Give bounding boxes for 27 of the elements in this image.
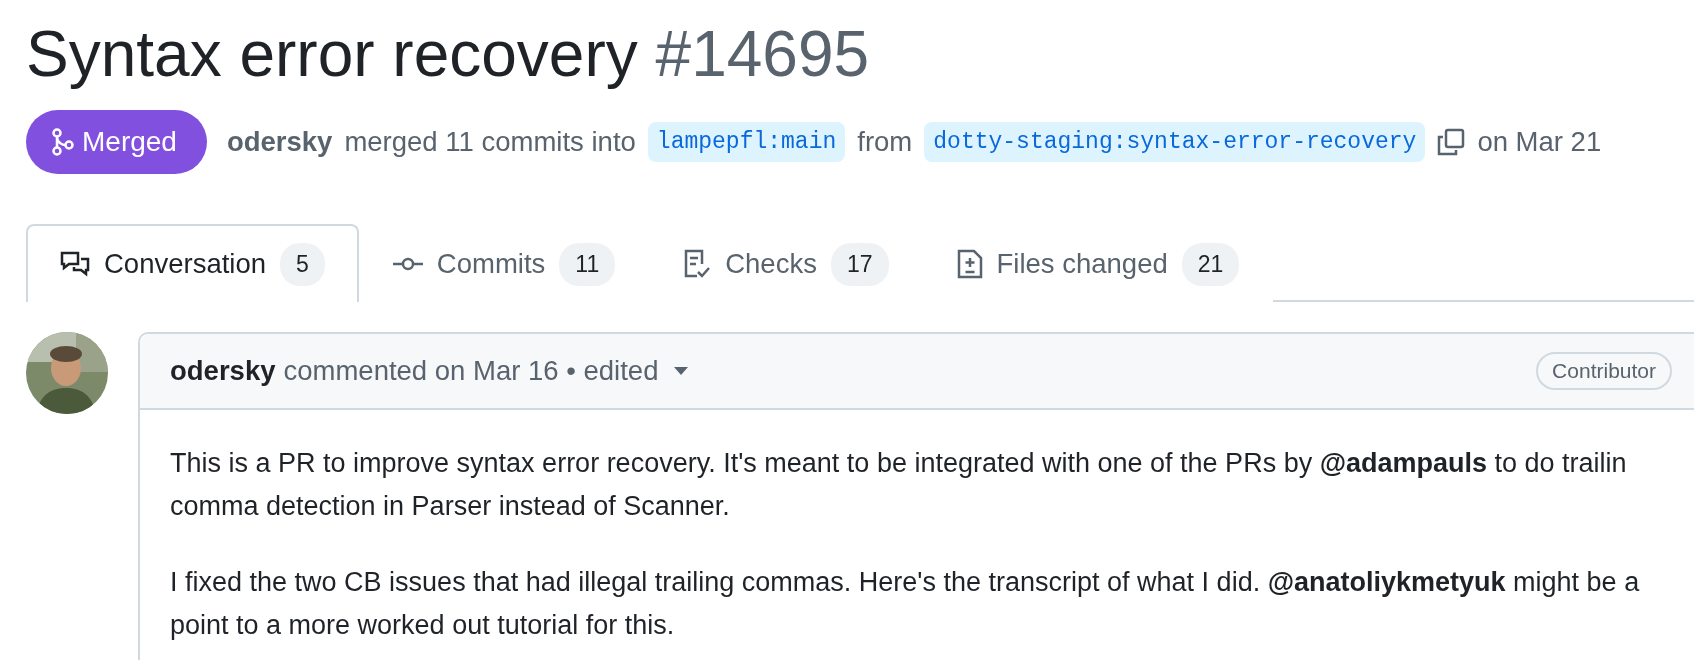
contributor-label: Contributor — [1536, 352, 1672, 390]
head-branch[interactable]: dotty-staging:syntax-error-recovery — [924, 122, 1426, 162]
tab-counter: 5 — [280, 242, 325, 286]
comment-info: commented on Mar 16 • edited — [283, 355, 659, 387]
file-diff-icon — [956, 249, 983, 279]
comment-text-line: point to a more worked out tutorial for this. — [170, 609, 676, 642]
conversation-icon — [60, 250, 90, 278]
commit-icon — [392, 256, 423, 272]
from-text: from — [857, 126, 913, 158]
checklist-icon — [683, 249, 712, 279]
author-link[interactable]: odersky — [226, 126, 333, 158]
merge-description: merged 11 commits into — [344, 126, 636, 158]
comment-author[interactable]: odersky — [170, 355, 276, 387]
comment-text-line: I fixed the two CB issues that had illegal trailing commas. Here's the transcript of what I did. @anatoliykmetyuk might be a — [170, 566, 1641, 599]
tab-counter: 11 — [559, 242, 616, 286]
comment-text-line: This is a PR to improve syntax error recovery. It's meant to be integrated with one of the PRs by @adampauls to do trailin — [170, 447, 1628, 480]
comment-text-line: comma detection in Parser instead of Scanner. — [170, 490, 731, 523]
pull-request-title: Syntax error recovery #14695 — [26, 17, 871, 92]
merged-status-badge: Merged — [26, 110, 207, 174]
tab[interactable]: Conversation 5 — [26, 224, 359, 302]
tab-counter: 17 — [830, 242, 889, 286]
caret-icon[interactable] — [674, 367, 689, 375]
copy-icon[interactable] — [1437, 128, 1466, 156]
merge-date: on Mar 21 — [1477, 126, 1602, 158]
tab-counter: 21 — [1181, 242, 1240, 286]
base-branch[interactable]: lampepfl:main — [647, 122, 846, 162]
merge-icon — [52, 128, 74, 156]
